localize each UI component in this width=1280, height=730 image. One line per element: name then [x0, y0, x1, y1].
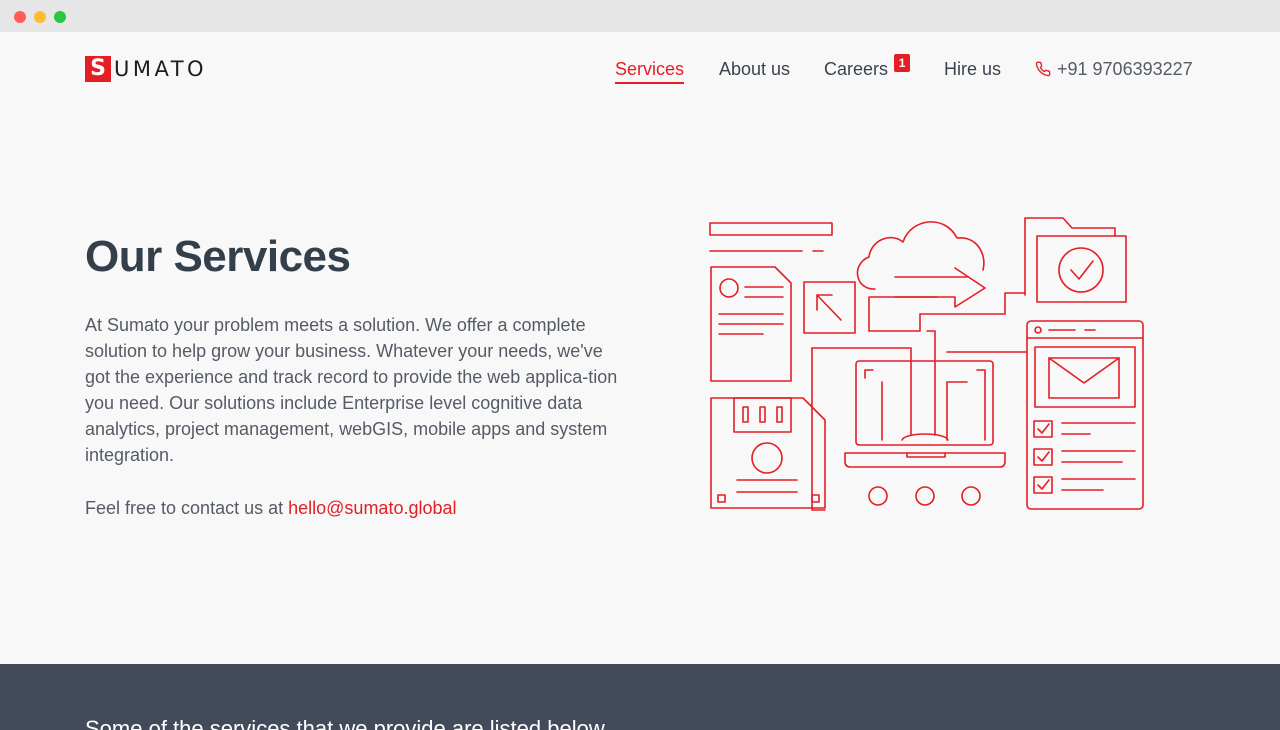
nav-services[interactable]: Services: [615, 58, 685, 84]
services-list-intro: Some of the services that we provide are…: [85, 716, 605, 730]
logo-mark: S: [85, 56, 111, 82]
contact-email-link[interactable]: hello@sumato.global: [288, 498, 456, 518]
page-title: Our Services: [85, 232, 351, 281]
contact-prefix: Feel free to contact us at: [85, 498, 284, 518]
logo-wordmark: UMATO: [114, 57, 208, 81]
close-window-button[interactable]: [14, 11, 26, 23]
phone-number: +91 9706393227: [1057, 59, 1193, 79]
services-list-section: Some of the services that we provide are…: [0, 664, 1280, 730]
careers-count-badge: 1: [894, 54, 911, 72]
services-illustration: [709, 217, 1144, 511]
maximize-window-button[interactable]: [54, 11, 66, 23]
minimize-window-button[interactable]: [34, 11, 46, 23]
sumato-logo[interactable]: S UMATO: [85, 56, 207, 82]
nav-hire-us[interactable]: Hire us: [944, 58, 1001, 82]
phone-icon: [1035, 61, 1051, 77]
nav-about-us[interactable]: About us: [719, 58, 790, 82]
phone-link[interactable]: +91 9706393227: [1035, 58, 1193, 80]
services-description: At Sumato your problem meets a solution.…: [85, 315, 618, 465]
contact-line: Feel free to contact us at hello@sumato.…: [85, 495, 457, 521]
window-titlebar: [0, 0, 1280, 32]
nav-careers[interactable]: Careers 1: [824, 54, 911, 82]
nav-careers-label: Careers: [824, 59, 889, 79]
